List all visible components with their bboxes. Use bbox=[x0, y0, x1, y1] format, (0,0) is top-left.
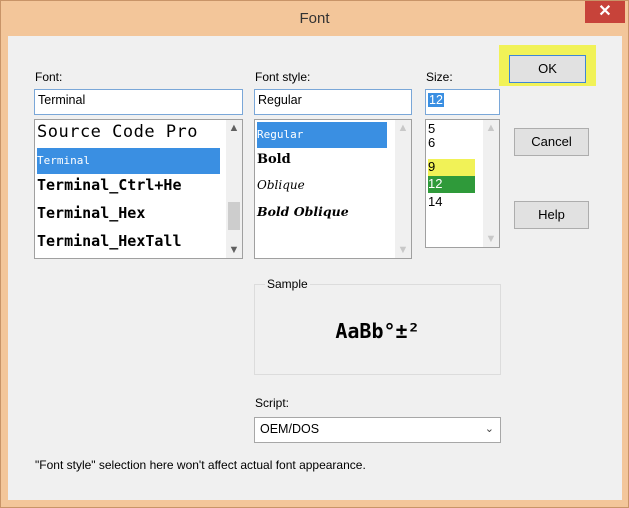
size-input-value: 12 bbox=[428, 93, 444, 107]
font-list-item[interactable]: Source Code Pro bbox=[37, 122, 198, 142]
font-list-item[interactable]: Terminal_Hex bbox=[37, 204, 145, 222]
size-list-scrollbar[interactable]: ▲ ▼ bbox=[483, 120, 499, 247]
font-list-item[interactable]: Terminal_Ctrl+He bbox=[37, 176, 182, 194]
font-style-scrollbar[interactable]: ▲ ▼ bbox=[395, 120, 411, 258]
font-list-scrollbar[interactable]: ▲ ▼ bbox=[226, 120, 242, 258]
scroll-down-icon[interactable]: ▼ bbox=[483, 231, 499, 247]
font-style-label: Font style: bbox=[255, 70, 311, 84]
script-select[interactable]: OEM/DOS ⌄ bbox=[254, 417, 501, 443]
size-input[interactable]: 12 bbox=[425, 89, 500, 115]
sample-label: Sample bbox=[265, 277, 310, 291]
size-item[interactable]: 5 bbox=[428, 121, 435, 136]
help-button[interactable]: Help bbox=[514, 201, 589, 229]
font-style-item[interactable]: Oblique bbox=[257, 178, 305, 192]
size-item[interactable]: 6 bbox=[428, 135, 435, 150]
size-item-highlighted[interactable]: 9 bbox=[428, 159, 475, 176]
font-list[interactable]: Source Code Pro Terminal Terminal_Ctrl+H… bbox=[34, 119, 243, 259]
scroll-thumb[interactable] bbox=[228, 202, 240, 230]
scroll-up-icon[interactable]: ▲ bbox=[395, 120, 411, 136]
size-label: Size: bbox=[426, 70, 453, 84]
size-list[interactable]: 5 6 9 12 14 ▲ ▼ bbox=[425, 119, 500, 248]
scroll-up-icon[interactable]: ▲ bbox=[226, 120, 242, 136]
font-style-item[interactable]: Bold bbox=[257, 152, 291, 167]
scroll-down-icon[interactable]: ▼ bbox=[395, 242, 411, 258]
chevron-down-icon: ⌄ bbox=[484, 423, 494, 435]
font-style-item-selected[interactable]: Regular bbox=[257, 122, 387, 148]
cancel-button[interactable]: Cancel bbox=[514, 128, 589, 156]
font-style-input[interactable]: Regular bbox=[254, 89, 412, 115]
size-item-selected[interactable]: 12 bbox=[428, 176, 475, 193]
font-style-item[interactable]: Bold Oblique bbox=[257, 204, 349, 219]
size-item[interactable]: 14 bbox=[428, 194, 442, 209]
scroll-down-icon[interactable]: ▼ bbox=[226, 242, 242, 258]
font-list-item[interactable]: Terminal_HexTall bbox=[37, 232, 182, 250]
font-style-list[interactable]: Regular Bold Oblique Bold Oblique ▲ ▼ bbox=[254, 119, 412, 259]
ok-button[interactable]: OK bbox=[509, 55, 586, 83]
close-button[interactable]: ✕ bbox=[585, 1, 625, 23]
script-select-value: OEM/DOS bbox=[260, 422, 320, 436]
title-bar[interactable]: Font ✕ bbox=[1, 1, 628, 35]
font-list-item-selected[interactable]: Terminal bbox=[37, 148, 220, 174]
font-label: Font: bbox=[35, 70, 63, 84]
font-style-note: "Font style" selection here won't affect… bbox=[35, 458, 366, 472]
script-label: Script: bbox=[255, 396, 290, 410]
window-title: Font bbox=[299, 10, 330, 27]
scroll-up-icon[interactable]: ▲ bbox=[483, 120, 499, 136]
font-input[interactable]: Terminal bbox=[34, 89, 243, 115]
sample-preview: AaBb°±² bbox=[335, 319, 420, 343]
